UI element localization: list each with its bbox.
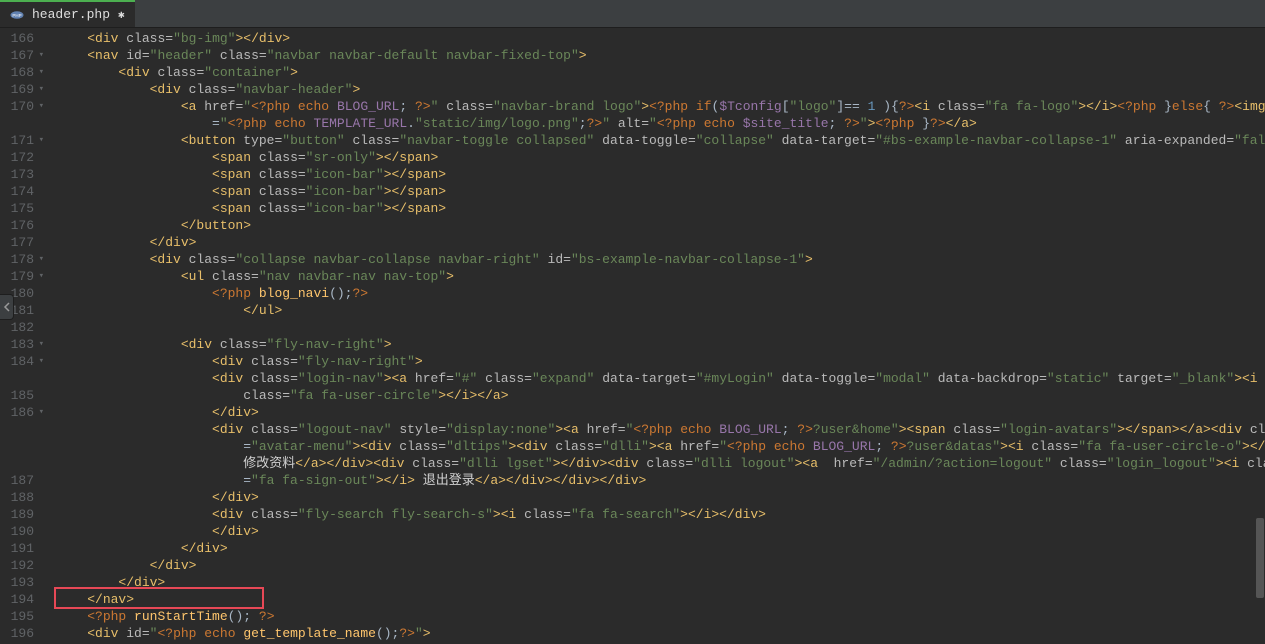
line-number[interactable]: 166 bbox=[0, 30, 44, 47]
file-tab[interactable]: PHP header.php ✱ bbox=[0, 0, 135, 27]
code-line[interactable]: </div> bbox=[56, 234, 1265, 251]
code-line[interactable]: <div class="bg-img"></div> bbox=[56, 30, 1265, 47]
code-line[interactable]: ="<?php echo TEMPLATE_URL."static/img/lo… bbox=[56, 115, 1265, 132]
fold-icon[interactable]: ▾ bbox=[36, 98, 44, 115]
line-number[interactable]: 167▾ bbox=[0, 47, 44, 64]
line-number[interactable]: 171▾ bbox=[0, 132, 44, 149]
line-number[interactable]: 189 bbox=[0, 506, 44, 523]
line-number[interactable]: 188 bbox=[0, 489, 44, 506]
code-line[interactable]: </div> bbox=[56, 489, 1265, 506]
code-line[interactable]: <div class="fly-nav-right"> bbox=[56, 336, 1265, 353]
line-number[interactable]: 195 bbox=[0, 608, 44, 625]
code-line[interactable]: </div> bbox=[56, 523, 1265, 540]
fold-icon[interactable]: ▾ bbox=[36, 64, 44, 81]
editor-area: 166 167▾168▾169▾170▾ 171▾172 173 174 175… bbox=[0, 28, 1265, 644]
line-number[interactable]: 186▾ bbox=[0, 404, 44, 421]
line-number[interactable]: 191 bbox=[0, 540, 44, 557]
fold-icon[interactable]: ▾ bbox=[36, 404, 44, 421]
line-number[interactable]: 176 bbox=[0, 217, 44, 234]
line-number[interactable]: 193 bbox=[0, 574, 44, 591]
code-line[interactable]: <span class="icon-bar"></span> bbox=[56, 183, 1265, 200]
line-number[interactable]: 173 bbox=[0, 166, 44, 183]
code-line[interactable]: <div class="navbar-header"> bbox=[56, 81, 1265, 98]
line-number[interactable]: 190 bbox=[0, 523, 44, 540]
line-number[interactable]: 183▾ bbox=[0, 336, 44, 353]
code-line[interactable]: <ul class="nav navbar-nav nav-top"> bbox=[56, 268, 1265, 285]
code-line[interactable]: ="avatar-menu"><div class="dltips"><div … bbox=[56, 438, 1265, 455]
code-line[interactable]: 修改资料</a></div><div class="dlli lgset"></… bbox=[56, 455, 1265, 472]
line-number-gutter[interactable]: 166 167▾168▾169▾170▾ 171▾172 173 174 175… bbox=[0, 28, 52, 644]
tab-filename: header.php bbox=[32, 7, 110, 22]
line-number[interactable]: 168▾ bbox=[0, 64, 44, 81]
line-number[interactable]: 177 bbox=[0, 234, 44, 251]
line-number[interactable]: 178▾ bbox=[0, 251, 44, 268]
line-number[interactable]: 194 bbox=[0, 591, 44, 608]
code-line[interactable]: <span class="icon-bar"></span> bbox=[56, 200, 1265, 217]
code-line[interactable]: <div id="<?php echo get_template_name();… bbox=[56, 625, 1265, 642]
fold-icon[interactable]: ▾ bbox=[36, 81, 44, 98]
code-line[interactable]: <?php runStartTime(); ?> bbox=[56, 608, 1265, 625]
line-number[interactable]: 170▾ bbox=[0, 98, 44, 115]
code-line[interactable]: </div> bbox=[56, 574, 1265, 591]
fold-icon[interactable]: ▾ bbox=[36, 353, 44, 370]
code-line[interactable]: <button type="button" class="navbar-togg… bbox=[56, 132, 1265, 149]
line-number[interactable]: 196 bbox=[0, 625, 44, 642]
vertical-scrollbar[interactable] bbox=[1255, 28, 1265, 644]
code-line[interactable]: <a href="<?php echo BLOG_URL; ?>" class=… bbox=[56, 98, 1265, 115]
side-panel-toggle[interactable] bbox=[0, 294, 14, 320]
line-number[interactable]: 185 bbox=[0, 387, 44, 404]
code-line[interactable]: </ul> bbox=[56, 302, 1265, 319]
fold-icon[interactable]: ▾ bbox=[36, 336, 44, 353]
fold-icon[interactable]: ▾ bbox=[36, 47, 44, 64]
line-number[interactable]: 175 bbox=[0, 200, 44, 217]
code-line[interactable]: <div class="logout-nav" style="display:n… bbox=[56, 421, 1265, 438]
line-number[interactable]: 169▾ bbox=[0, 81, 44, 98]
code-line[interactable]: <span class="icon-bar"></span> bbox=[56, 166, 1265, 183]
line-number[interactable]: 192 bbox=[0, 557, 44, 574]
scrollbar-thumb[interactable] bbox=[1256, 518, 1264, 598]
code-content[interactable]: <div class="bg-img"></div> <nav id="head… bbox=[52, 28, 1265, 644]
code-line[interactable]: <div class="collapse navbar-collapse nav… bbox=[56, 251, 1265, 268]
code-line[interactable]: <nav id="header" class="navbar navbar-de… bbox=[56, 47, 1265, 64]
php-file-icon: PHP bbox=[10, 8, 24, 22]
code-line[interactable]: <div class="fly-nav-right"> bbox=[56, 353, 1265, 370]
code-line[interactable]: </div> bbox=[56, 404, 1265, 421]
line-number[interactable]: 172 bbox=[0, 149, 44, 166]
code-line[interactable]: </nav> bbox=[56, 591, 1265, 608]
code-line[interactable]: </button> bbox=[56, 217, 1265, 234]
line-number[interactable]: 184▾ bbox=[0, 353, 44, 370]
code-line[interactable]: <div class="container"> bbox=[56, 64, 1265, 81]
fold-icon[interactable]: ▾ bbox=[36, 268, 44, 285]
line-number[interactable]: 182 bbox=[0, 319, 44, 336]
code-line[interactable]: <div class="fly-search fly-search-s"><i … bbox=[56, 506, 1265, 523]
tab-modified-icon: ✱ bbox=[118, 8, 125, 22]
svg-text:PHP: PHP bbox=[12, 13, 21, 18]
code-line[interactable]: <div class="login-nav"><a href="#" class… bbox=[56, 370, 1265, 387]
fold-icon[interactable]: ▾ bbox=[36, 132, 44, 149]
line-number[interactable]: 187 bbox=[0, 472, 44, 489]
code-line[interactable]: ="fa fa-sign-out"></i> 退出登录</a></div></d… bbox=[56, 472, 1265, 489]
fold-icon[interactable]: ▾ bbox=[36, 251, 44, 268]
code-line[interactable]: </div> bbox=[56, 557, 1265, 574]
line-number[interactable]: 174 bbox=[0, 183, 44, 200]
code-line[interactable] bbox=[56, 319, 1265, 336]
code-line[interactable]: <span class="sr-only"></span> bbox=[56, 149, 1265, 166]
code-line[interactable]: class="fa fa-user-circle"></i></a> bbox=[56, 387, 1265, 404]
tab-bar: PHP header.php ✱ bbox=[0, 0, 1265, 28]
code-line[interactable]: </div> bbox=[56, 540, 1265, 557]
code-line[interactable]: <?php blog_navi();?> bbox=[56, 285, 1265, 302]
line-number[interactable]: 179▾ bbox=[0, 268, 44, 285]
